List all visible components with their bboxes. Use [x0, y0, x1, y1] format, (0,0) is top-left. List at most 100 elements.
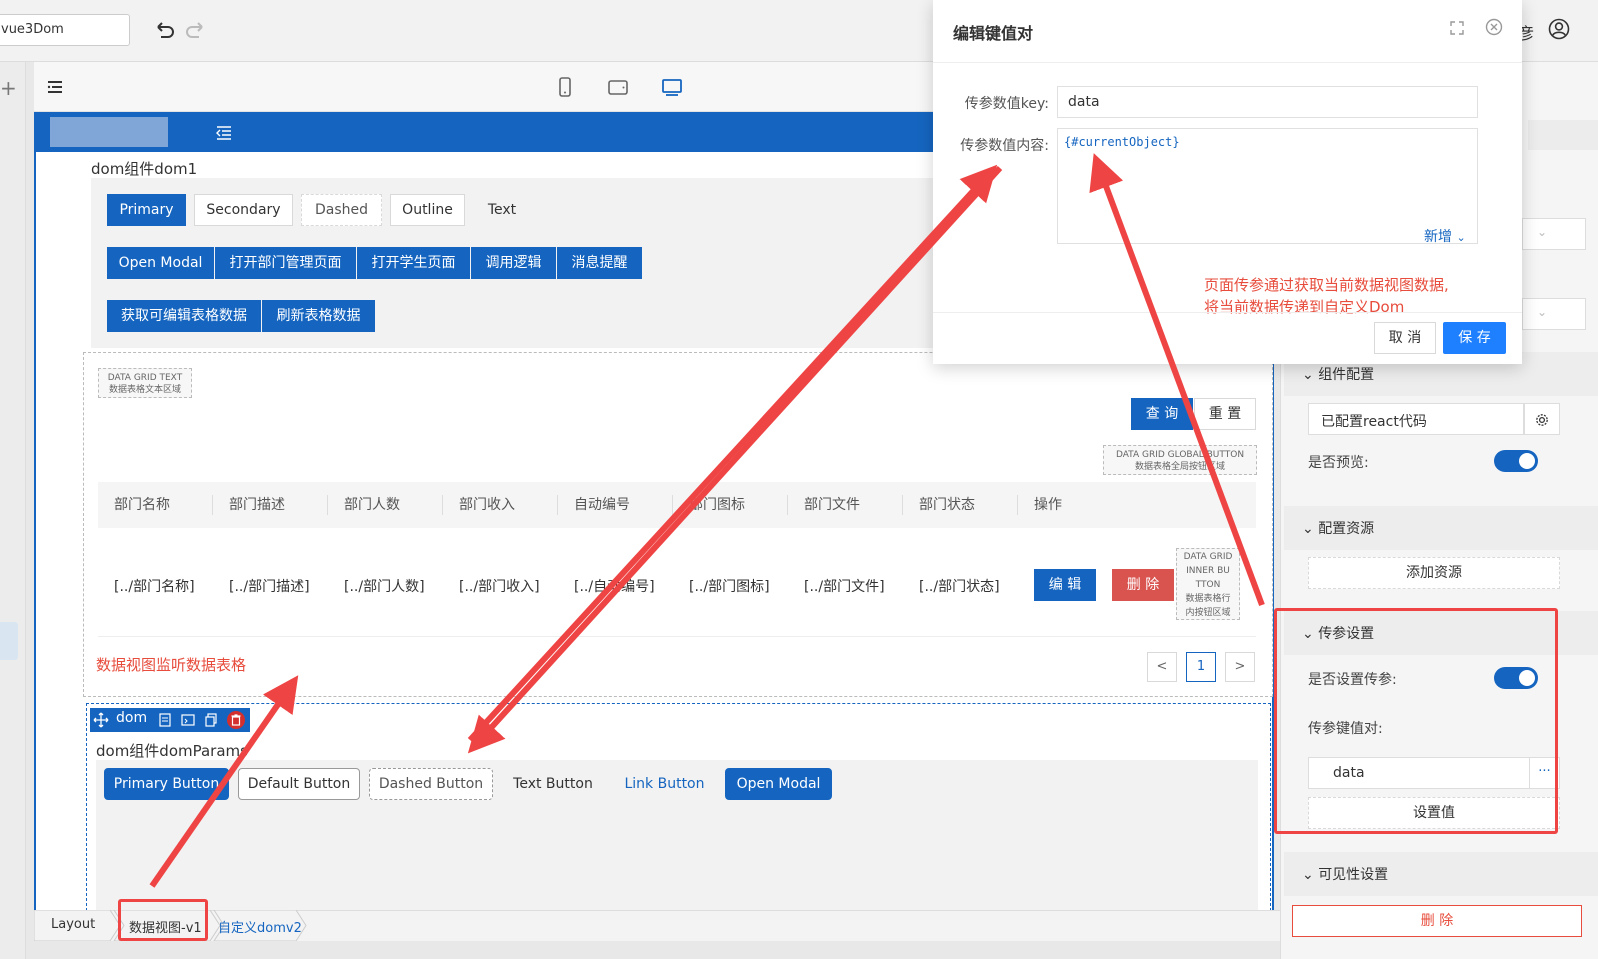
table-cell: [../部门状态]	[919, 579, 1000, 595]
dashed-button[interactable]: Dashed	[301, 194, 382, 226]
link-button[interactable]: Link Button	[613, 768, 716, 800]
table-cell: [../部门收入]	[459, 579, 540, 595]
tablet-device-icon[interactable]	[607, 76, 629, 98]
col-header: 部门描述	[229, 497, 285, 513]
react-code-field[interactable]: 已配置react代码	[1308, 403, 1524, 435]
text-button-2[interactable]: Text Button	[502, 768, 604, 800]
global-tag-cn: 数据表格全局按钮区域	[1134, 462, 1225, 472]
dom-component-toolbar: dom	[90, 708, 250, 732]
col-header: 部门名称	[114, 497, 170, 513]
key-label: 传参数值key:	[964, 96, 1049, 112]
add-icon[interactable]: +	[0, 76, 17, 100]
edit-row-button[interactable]: 编 辑	[1034, 569, 1096, 601]
open-dept-page-button[interactable]: 打开部门管理页面	[215, 247, 356, 279]
col-header: 部门人数	[344, 497, 400, 513]
section-visibility[interactable]: ⌄ 可见性设置	[1284, 852, 1598, 896]
settings-button[interactable]	[1524, 403, 1560, 435]
dashed-button-2[interactable]: Dashed Button	[369, 768, 493, 800]
delete-row-button[interactable]: 删 除	[1112, 569, 1174, 601]
chevron-down-icon: ⌄	[1456, 231, 1466, 244]
menu-fold-icon[interactable]	[214, 124, 234, 142]
breadcrumb-layout[interactable]: Layout	[51, 917, 95, 932]
mobile-device-icon[interactable]	[554, 76, 576, 98]
table-cell: [../部门人数]	[344, 579, 425, 595]
outline-button[interactable]: Outline	[390, 194, 465, 226]
undo-icon[interactable]	[152, 18, 178, 44]
modal-divider	[933, 62, 1522, 63]
table-cell: [../自动编号]	[574, 579, 655, 595]
fullscreen-icon[interactable]	[1449, 20, 1465, 36]
chevron-down-icon: ⌄	[1302, 867, 1319, 883]
select-stub-2[interactable]: ⌄	[1522, 298, 1586, 330]
add-link[interactable]: 新增 ⌄	[1424, 226, 1466, 246]
row-divider	[98, 636, 1256, 637]
pager-prev[interactable]: <	[1147, 652, 1177, 682]
primary-button-2[interactable]: Primary Button	[104, 768, 229, 800]
select-stub-1[interactable]: ⌄	[1522, 218, 1586, 250]
delete-component-button[interactable]: 删 除	[1292, 905, 1582, 937]
col-header: 操作	[1034, 497, 1062, 513]
dom-toolbar-label: dom	[116, 710, 148, 726]
section-title: 可见性设置	[1318, 867, 1389, 883]
table-cell: [../部门名称]	[114, 579, 195, 595]
note-line: 将当前数据传递到自定义Dom	[1204, 298, 1405, 316]
query-button[interactable]: 查 询	[1131, 398, 1193, 430]
section-resources[interactable]: ⌄ 配置资源	[1284, 506, 1598, 550]
data-grid-inner-button-tag: DATA GRID INNER BU TTON 数据表格行 内按钮区域	[1176, 548, 1240, 620]
pager-next[interactable]: >	[1225, 652, 1255, 682]
listen-annotation: 数据视图监听数据表格	[96, 656, 247, 674]
refresh-grid-button[interactable]: 刷新表格数据	[262, 300, 375, 332]
redo-icon[interactable]	[182, 18, 208, 44]
text-button[interactable]: Text	[473, 194, 531, 226]
primary-button[interactable]: Primary	[107, 194, 186, 226]
section-title: 组件配置	[1318, 367, 1375, 383]
app-name-field[interactable]: vue3Dom	[0, 14, 130, 46]
add-link-label: 新增	[1424, 229, 1452, 245]
code-icon[interactable]	[181, 713, 195, 727]
inner-tag-line: TTON	[1195, 580, 1221, 590]
trash-icon[interactable]	[227, 711, 245, 729]
desktop-device-icon[interactable]	[661, 76, 683, 98]
data-grid-text-tag-cn: 数据表格文本区域	[108, 385, 181, 395]
breadcrumb-custom-dom[interactable]: 自定义domv2	[218, 917, 302, 936]
col-header: 部门状态	[919, 497, 975, 513]
content-textarea[interactable]: {#currentObject}	[1057, 128, 1478, 244]
modal-title: 编辑键值对	[953, 24, 1034, 43]
col-header: 部门收入	[459, 497, 515, 513]
chevron-down-icon: ⌄	[1302, 367, 1319, 383]
content-label: 传参数值内容:	[960, 138, 1049, 154]
get-editable-grid-data-button[interactable]: 获取可编辑表格数据	[107, 300, 261, 332]
section-title: 配置资源	[1318, 521, 1375, 537]
reset-button[interactable]: 重 置	[1194, 398, 1256, 430]
document-icon[interactable]	[158, 713, 172, 727]
message-button[interactable]: 消息提醒	[557, 247, 642, 279]
preview-toggle[interactable]	[1494, 450, 1538, 472]
default-button[interactable]: Default Button	[238, 768, 360, 800]
move-icon[interactable]	[93, 712, 109, 728]
preview-label: 是否预览:	[1308, 455, 1369, 471]
call-logic-button[interactable]: 调用逻辑	[471, 247, 556, 279]
copy-icon[interactable]	[204, 713, 218, 727]
col-header: 部门图标	[689, 497, 745, 513]
left-rail-tab[interactable]	[0, 622, 18, 660]
outline-menu-icon[interactable]	[46, 78, 64, 96]
add-resource-button[interactable]: 添加资源	[1308, 557, 1560, 589]
user-avatar-icon[interactable]	[1548, 18, 1570, 40]
inner-tag-line: 内按钮区域	[1185, 608, 1231, 618]
open-student-page-button[interactable]: 打开学生页面	[357, 247, 470, 279]
open-modal-button[interactable]: Open Modal	[107, 247, 214, 279]
secondary-button[interactable]: Secondary	[194, 194, 293, 226]
data-grid-text-tag-en: DATA GRID TEXT	[107, 373, 183, 383]
global-tag-en: DATA GRID GLOBAL BUTTON	[1115, 450, 1245, 460]
open-modal-button-2[interactable]: Open Modal	[725, 768, 832, 800]
save-button[interactable]: 保 存	[1443, 322, 1506, 354]
chevron-down-icon: ⌄	[1302, 521, 1319, 537]
pager-page-current[interactable]: 1	[1186, 652, 1216, 682]
breadcrumb-highlight-box	[118, 899, 208, 941]
col-header: 自动编号	[574, 497, 630, 513]
table-cell: [../部门描述]	[229, 579, 310, 595]
key-input[interactable]: data	[1057, 86, 1478, 118]
cancel-button[interactable]: 取 消	[1374, 322, 1436, 354]
close-icon[interactable]	[1485, 18, 1503, 36]
panel-tab-stub	[1528, 120, 1598, 150]
